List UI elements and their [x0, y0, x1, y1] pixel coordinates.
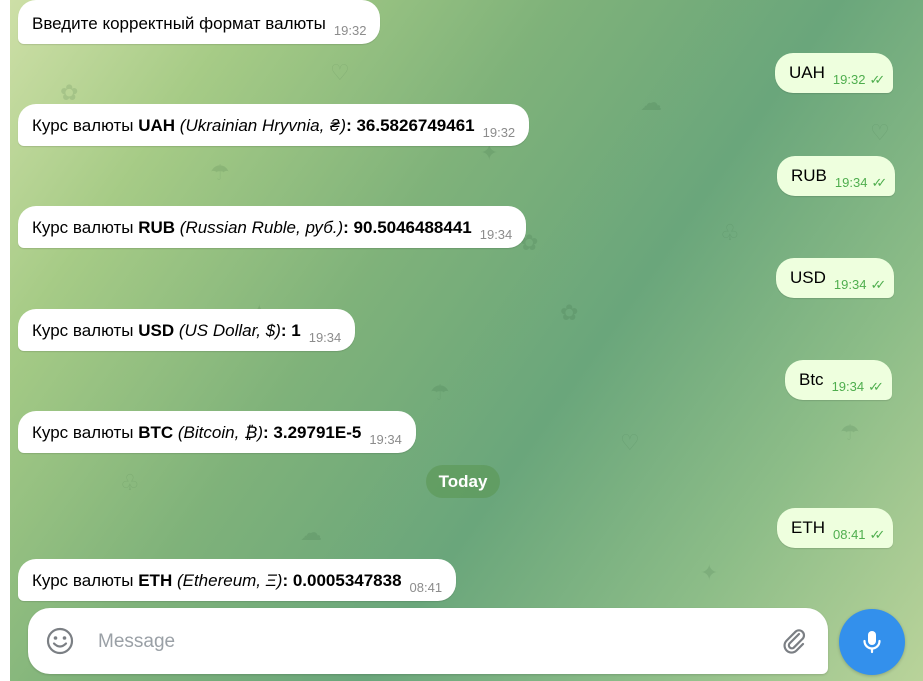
message-bubble[interactable]: Курс валюты BTC (Bitcoin, ₿): 3.29791E-5… [18, 411, 416, 453]
microphone-button[interactable] [839, 609, 905, 675]
currency-value: : 36.5826749461 [346, 116, 475, 135]
message-bubble[interactable]: Btc 19:34 ✓✓ [785, 360, 892, 400]
window-edge [0, 0, 10, 681]
message-time: 19:34 [479, 227, 513, 242]
currency-code: BTC [138, 423, 174, 442]
currency-code: UAH [138, 116, 176, 135]
currency-name: (Bitcoin, ₿) [173, 423, 264, 442]
currency-value: : 0.0005347838 [282, 571, 402, 590]
message-time: 08:41 [833, 527, 866, 542]
message-bubble[interactable]: UAH 19:32 ✓✓ [775, 53, 894, 93]
double-check-icon: ✓✓ [869, 527, 886, 542]
double-check-icon: ✓✓ [868, 379, 884, 394]
date-divider: Today [426, 465, 500, 498]
double-check-icon: ✓✓ [869, 72, 885, 87]
message-text: Btc [799, 370, 824, 389]
message-time: 19:34 [833, 277, 867, 292]
currency-code: USD [138, 321, 175, 340]
currency-code: RUB [138, 218, 176, 237]
double-check-icon: ✓✓ [870, 277, 886, 292]
message-time: 19:34 [369, 432, 402, 447]
message-text: ETH [791, 518, 825, 537]
double-check-icon: ✓✓ [871, 175, 887, 190]
message-text: Курс валюты BTC (Bitcoin, ₿): 3.29791E-5 [32, 423, 362, 442]
currency-value: : 1 [280, 321, 301, 340]
message-bubble[interactable]: Курс валюты RUB (Russian Ruble, руб.): 9… [18, 206, 527, 248]
currency-name: (Russian Ruble, руб.) [175, 218, 344, 237]
smile-icon[interactable] [44, 625, 76, 657]
message-time: 19:34 [831, 379, 865, 394]
currency-value: : 3.29791E-5 [263, 423, 362, 442]
message-bubble[interactable]: ETH 08:41 ✓✓ [777, 508, 894, 548]
message-text: USD [790, 268, 826, 287]
currency-name: (Ethereum, Ξ) [172, 571, 283, 590]
message-text: UAH [789, 63, 825, 82]
currency-name: (Ukrainian Hryvnia, ₴) [175, 116, 347, 135]
microphone-icon [863, 631, 881, 654]
message-time: 19:32 [333, 23, 367, 38]
message-time: 19:34 [308, 330, 342, 345]
message-time: 19:34 [834, 175, 868, 190]
paperclip-icon[interactable] [778, 625, 810, 657]
currency-name: (US Dollar, $) [174, 321, 281, 340]
message-text: Курс валюты USD (US Dollar, $): 1 [32, 321, 301, 340]
message-text: Курс валюты RUB (Russian Ruble, руб.): 9… [32, 218, 472, 237]
currency-code: ETH [138, 571, 173, 590]
message-bubble[interactable]: Введите корректный формат валюты 19:32 [18, 0, 381, 44]
message-composer [28, 608, 828, 674]
message-time: 08:41 [409, 580, 443, 595]
message-text: Курс валюты ETH (Ethereum, Ξ): 0.0005347… [32, 571, 402, 590]
message-bubble[interactable]: Курс валюты ETH (Ethereum, Ξ): 0.0005347… [18, 559, 457, 601]
message-bubble[interactable]: RUB 19:34 ✓✓ [777, 156, 896, 196]
message-bubble[interactable]: Курс валюты UAH (Ukrainian Hryvnia, ₴): … [18, 104, 530, 146]
message-bubble[interactable]: USD 19:34 ✓✓ [776, 258, 895, 298]
message-time: 19:32 [482, 125, 516, 140]
message-input[interactable] [96, 626, 700, 658]
message-text: Курс валюты UAH (Ukrainian Hryvnia, ₴): … [32, 116, 475, 135]
message-bubble[interactable]: Курс валюты USD (US Dollar, $): 1 19:34 [18, 309, 356, 351]
currency-value: : 90.5046488441 [343, 218, 472, 237]
message-time: 19:32 [832, 72, 866, 87]
message-text: Введите корректный формат валюты [32, 14, 326, 33]
message-text: RUB [791, 166, 827, 185]
